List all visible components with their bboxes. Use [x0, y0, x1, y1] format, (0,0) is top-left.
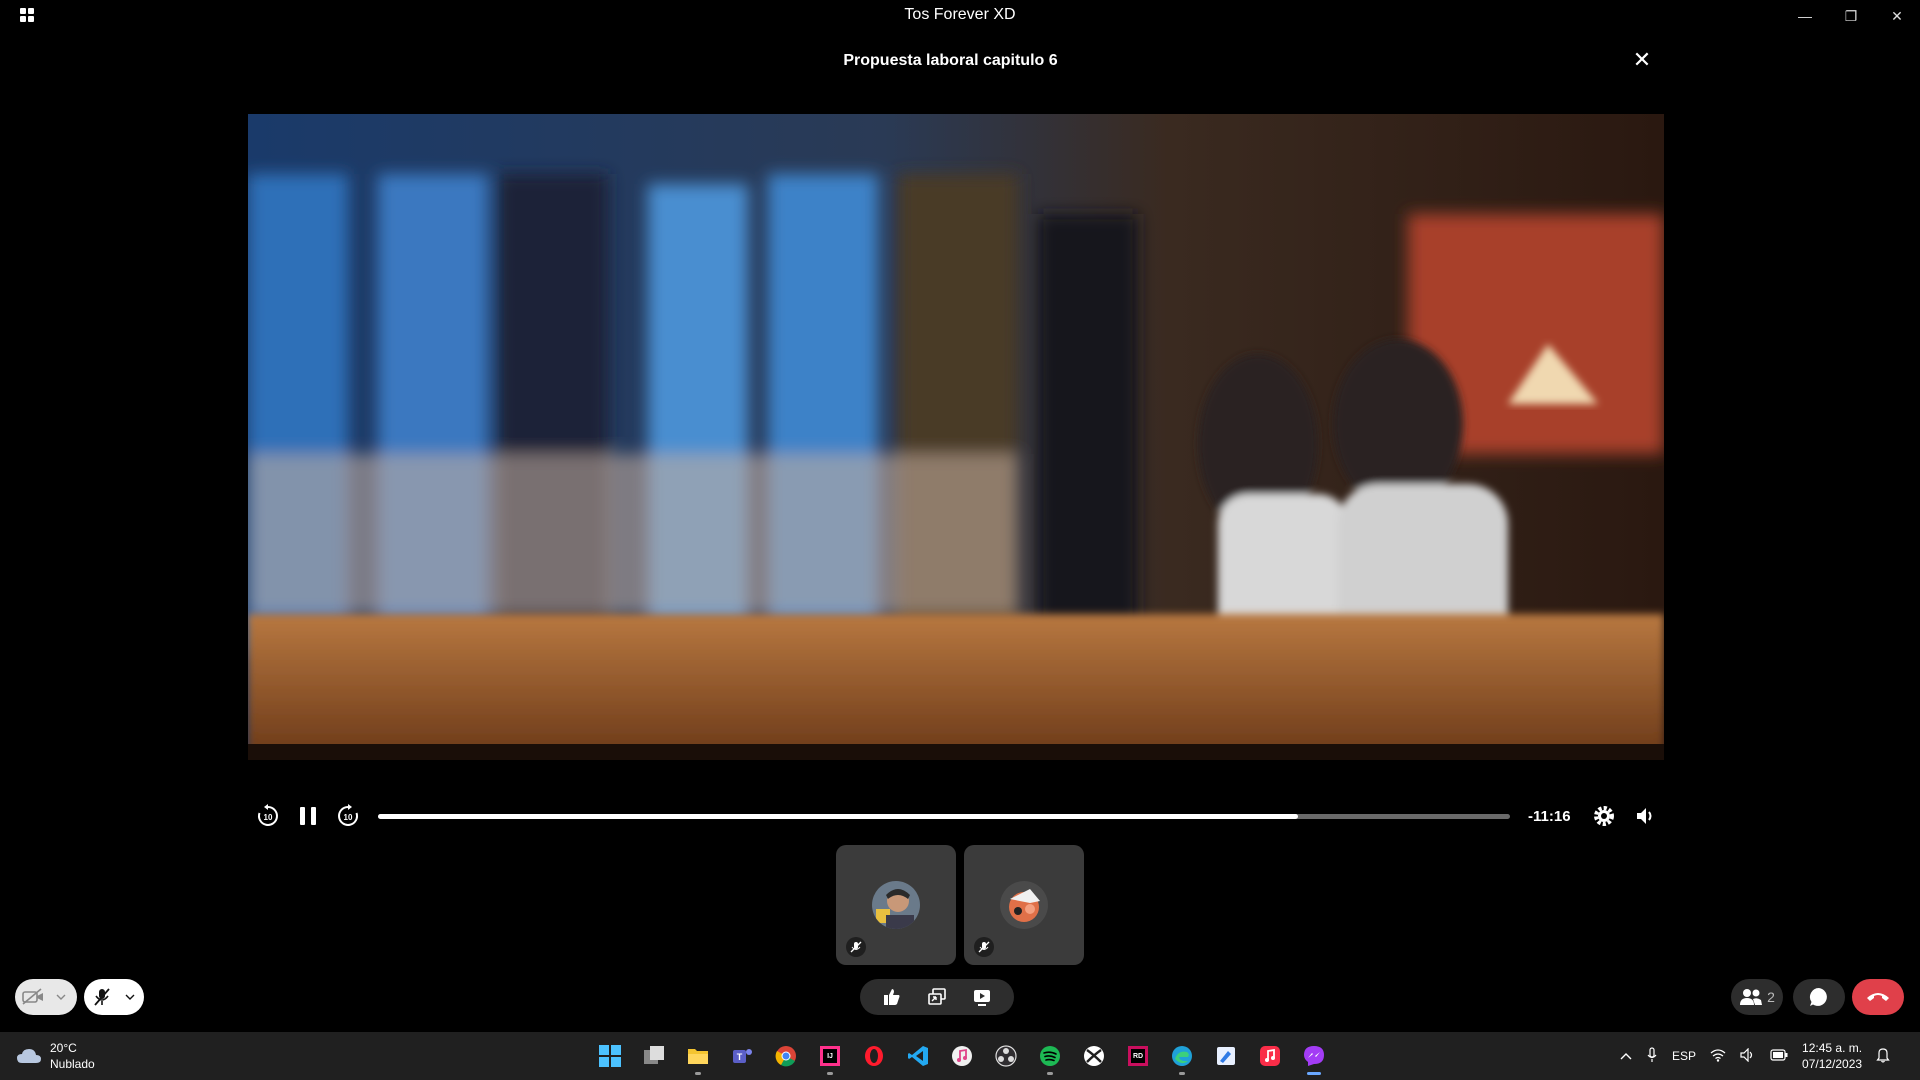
obs-icon[interactable]: [986, 1036, 1026, 1076]
task-view-icon[interactable]: [634, 1036, 674, 1076]
participant-tile-2[interactable]: [964, 845, 1084, 965]
video-close-button[interactable]: ✕: [1630, 48, 1654, 72]
participant-tile-1[interactable]: [836, 845, 956, 965]
mic-muted-icon: [846, 937, 866, 957]
system-tray: ESP 12:45 a. m. 07/12/2023: [1620, 1032, 1892, 1080]
chevron-up-icon[interactable]: [1620, 1049, 1632, 1063]
weather-description: Nublado: [50, 1057, 95, 1071]
xbox-icon[interactable]: [1074, 1036, 1114, 1076]
progress-fill: [378, 814, 1299, 819]
notification-bell-icon[interactable]: [1876, 1047, 1892, 1066]
messenger-icon[interactable]: [1294, 1036, 1334, 1076]
thumbs-up-icon[interactable]: [874, 979, 910, 1015]
pause-icon[interactable]: [292, 800, 324, 832]
clock[interactable]: 12:45 a. m. 07/12/2023: [1802, 1040, 1862, 1072]
language-indicator[interactable]: ESP: [1672, 1049, 1696, 1063]
rewind-10-icon[interactable]: 10: [252, 800, 284, 832]
chevron-down-icon[interactable]: [120, 979, 140, 1015]
maximize-button[interactable]: ❐: [1828, 0, 1874, 32]
weather-widget[interactable]: 20°C Nublado: [16, 1040, 95, 1072]
mic-off-icon[interactable]: [84, 979, 120, 1015]
settings-gear-icon[interactable]: [1588, 800, 1620, 832]
rider-icon[interactable]: RD: [1118, 1036, 1158, 1076]
svg-text:RD: RD: [1133, 1053, 1143, 1060]
chrome-icon[interactable]: [766, 1036, 806, 1076]
svg-text:10: 10: [264, 813, 273, 822]
clock-time: 12:45 a. m.: [1802, 1041, 1863, 1055]
window-close-button[interactable]: ✕: [1874, 0, 1920, 32]
forward-10-icon[interactable]: 10: [332, 800, 364, 832]
microphone-icon[interactable]: [1646, 1046, 1658, 1066]
progress-bar[interactable]: [378, 814, 1510, 819]
weather-temperature: 20°C: [50, 1041, 77, 1055]
people-icon: [1740, 989, 1763, 1005]
svg-text:T: T: [737, 1052, 743, 1062]
clock-date: 07/12/2023: [1802, 1057, 1863, 1071]
volume-icon[interactable]: [1630, 800, 1662, 832]
paint-icon[interactable]: [1206, 1036, 1246, 1076]
title-bar: Tos Forever XD — ❐ ✕: [0, 0, 1920, 32]
cloud-icon: [17, 1049, 41, 1063]
video-player[interactable]: [248, 114, 1664, 760]
share-screen-icon[interactable]: [919, 979, 955, 1015]
mic-muted-icon: [974, 937, 994, 957]
camera-toggle[interactable]: [15, 979, 77, 1015]
wifi-icon[interactable]: [1710, 1048, 1726, 1065]
itunes-icon[interactable]: [942, 1036, 982, 1076]
battery-icon[interactable]: [1770, 1048, 1788, 1064]
camera-off-icon[interactable]: [15, 979, 51, 1015]
apple-music-icon[interactable]: [1250, 1036, 1290, 1076]
spotify-icon[interactable]: [1030, 1036, 1070, 1076]
chat-bubble-icon: [1809, 988, 1827, 1006]
vscode-icon[interactable]: [898, 1036, 938, 1076]
video-title: Propuesta laboral capitulo 6: [843, 52, 1058, 69]
reaction-bar: [860, 979, 1014, 1015]
avatar: [872, 881, 920, 929]
microphone-toggle[interactable]: [84, 979, 144, 1015]
window-title: Tos Forever XD: [904, 6, 1016, 23]
end-call-button[interactable]: [1852, 979, 1904, 1015]
taskbar-apps: T IJ RD: [590, 1036, 1334, 1076]
video-scene: [248, 114, 1664, 760]
speaker-icon[interactable]: [1740, 1047, 1756, 1065]
opera-icon[interactable]: [854, 1036, 894, 1076]
participant-count: 2: [1767, 989, 1775, 1005]
edge-icon[interactable]: [1162, 1036, 1202, 1076]
svg-text:IJ: IJ: [827, 1053, 833, 1060]
file-explorer-icon[interactable]: [678, 1036, 718, 1076]
jetbrains-icon[interactable]: IJ: [810, 1036, 850, 1076]
participants-button[interactable]: 2: [1731, 979, 1783, 1015]
hang-up-icon: [1867, 993, 1889, 1001]
windows-start-icon[interactable]: [590, 1036, 630, 1076]
svg-text:10: 10: [344, 813, 353, 822]
chevron-down-icon[interactable]: [51, 979, 71, 1015]
teams-icon[interactable]: T: [722, 1036, 762, 1076]
taskbar: 20°C Nublado T IJ RD ESP 12:45 a. m. 07/…: [0, 1032, 1920, 1080]
chat-button[interactable]: [1793, 979, 1845, 1015]
player-controls: 10 10 -11:16: [248, 796, 1664, 836]
minimize-button[interactable]: —: [1782, 0, 1828, 32]
avatar: [1000, 881, 1048, 929]
watch-together-icon[interactable]: [964, 979, 1000, 1015]
remaining-time: -11:16: [1528, 808, 1571, 825]
